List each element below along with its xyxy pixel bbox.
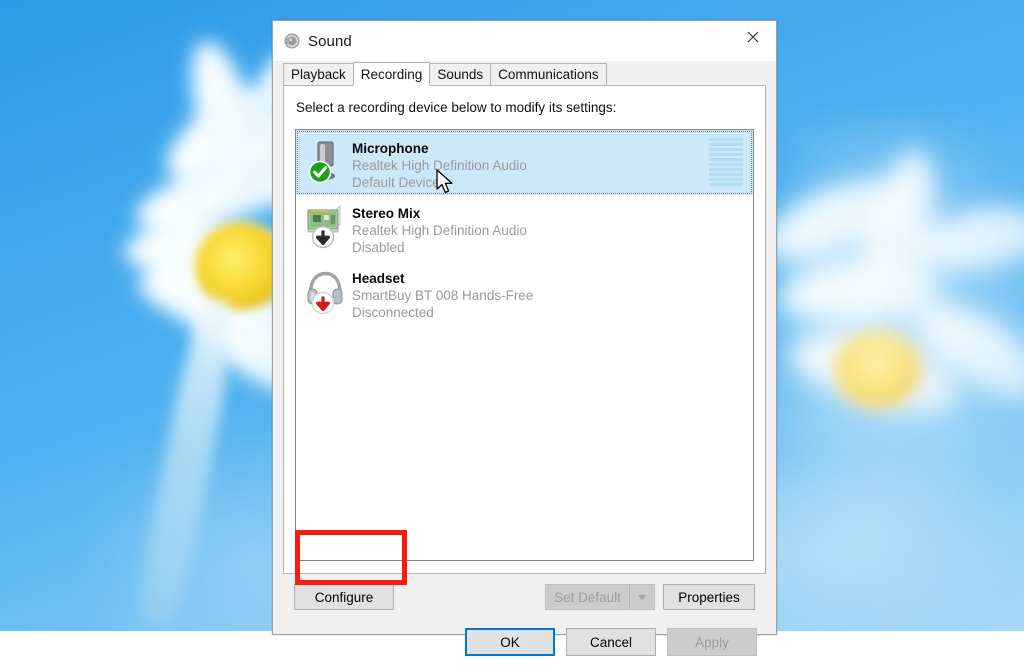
device-text-block: Headset SmartBuy BT 008 Hands-Free Disco… bbox=[352, 260, 753, 321]
close-icon[interactable] bbox=[730, 21, 776, 53]
dialog-footer: OK Cancel Apply bbox=[283, 620, 766, 666]
microphone-icon bbox=[306, 139, 346, 185]
device-name: Headset bbox=[352, 271, 405, 286]
meter-segment bbox=[709, 168, 743, 171]
meter-segment bbox=[709, 143, 743, 146]
device-description: SmartBuy BT 008 Hands-Free bbox=[352, 288, 534, 303]
sound-card-icon bbox=[306, 204, 346, 250]
recording-device-list[interactable]: Microphone Realtek High Definition Audio… bbox=[295, 129, 754, 561]
tab-communications[interactable]: Communications bbox=[490, 63, 607, 85]
chevron-down-icon[interactable] bbox=[629, 585, 654, 609]
device-list-item-microphone[interactable]: Microphone Realtek High Definition Audio… bbox=[296, 130, 753, 195]
tab-recording[interactable]: Recording bbox=[352, 62, 431, 86]
meter-segment bbox=[709, 158, 743, 161]
volume-level-meter bbox=[709, 138, 743, 186]
device-description: Realtek High Definition Audio bbox=[352, 223, 527, 238]
configure-button[interactable]: Configure bbox=[294, 584, 394, 610]
set-default-split-button[interactable]: Set Default bbox=[545, 584, 655, 610]
dialog-titlebar[interactable]: Sound bbox=[273, 21, 776, 61]
device-action-button-row: Configure Set Default Properties bbox=[283, 574, 766, 620]
device-icon-container bbox=[296, 195, 352, 260]
cancel-button[interactable]: Cancel bbox=[566, 628, 656, 656]
meter-segment bbox=[709, 173, 743, 176]
device-icon-container bbox=[296, 260, 352, 325]
speaker-icon bbox=[284, 33, 300, 49]
meter-segment bbox=[709, 153, 743, 156]
device-status: Disabled bbox=[352, 240, 405, 255]
panel-instruction: Select a recording device below to modif… bbox=[296, 100, 617, 115]
properties-button[interactable]: Properties bbox=[663, 584, 755, 610]
device-icon-container bbox=[296, 130, 352, 195]
sound-dialog-window: Sound Playback Recording Sounds Communic… bbox=[272, 20, 777, 656]
tab-sounds[interactable]: Sounds bbox=[429, 63, 492, 85]
ok-button[interactable]: OK bbox=[465, 628, 555, 656]
device-name: Stereo Mix bbox=[352, 206, 421, 221]
meter-segment bbox=[709, 183, 743, 186]
apply-button[interactable]: Apply bbox=[667, 628, 757, 656]
meter-segment bbox=[709, 148, 743, 151]
device-description: Realtek High Definition Audio bbox=[352, 158, 527, 173]
meter-segment bbox=[709, 178, 743, 181]
meter-segment bbox=[709, 163, 743, 166]
device-name: Microphone bbox=[352, 141, 429, 156]
headset-icon bbox=[306, 269, 346, 315]
device-status: Disconnected bbox=[352, 305, 434, 320]
tab-playback[interactable]: Playback bbox=[283, 63, 354, 85]
device-list-item-headset[interactable]: Headset SmartBuy BT 008 Hands-Free Disco… bbox=[296, 260, 753, 325]
device-text-block: Microphone Realtek High Definition Audio… bbox=[352, 130, 709, 191]
device-list-item-stereo-mix[interactable]: Stereo Mix Realtek High Definition Audio… bbox=[296, 195, 753, 260]
meter-segment bbox=[709, 138, 743, 141]
set-default-button-label[interactable]: Set Default bbox=[546, 585, 629, 609]
tab-strip: Playback Recording Sounds Communications bbox=[283, 61, 766, 86]
device-status: Default Device bbox=[352, 175, 440, 190]
recording-tab-panel: Select a recording device below to modif… bbox=[283, 85, 766, 574]
device-text-block: Stereo Mix Realtek High Definition Audio… bbox=[352, 195, 753, 256]
dialog-title: Sound bbox=[308, 32, 352, 50]
